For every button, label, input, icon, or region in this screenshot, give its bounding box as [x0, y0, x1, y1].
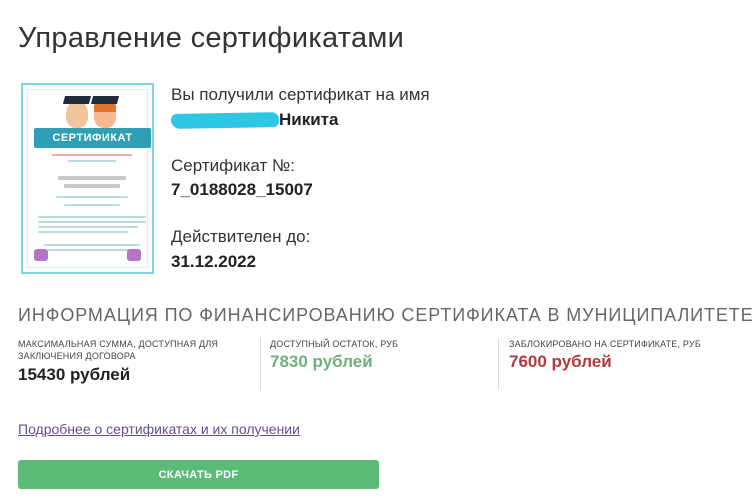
max-amount-label: МАКСИМАЛЬНАЯ СУММА, ДОСТУПНАЯ ДЛЯ ЗАКЛЮЧ…: [18, 339, 219, 361]
text-line: [44, 244, 140, 246]
text-line: [38, 226, 138, 228]
available-balance-value: 7830 рублей: [270, 352, 373, 371]
certificate-number-label: Сертификат №:: [171, 156, 295, 175]
valid-until-label: Действителен до:: [171, 227, 311, 246]
page-title: Управление сертификатами: [18, 22, 405, 54]
financing-section-title: ИНФОРМАЦИЯ ПО ФИНАНСИРОВАНИЮ СЕРТИФИКАТА…: [18, 305, 754, 325]
holder-name: Никита: [170, 110, 371, 132]
certificate-number-value: 7_0188028_15007: [171, 180, 313, 199]
text-line: [38, 216, 146, 218]
certificate-frame: СЕРТИФИКАТ: [27, 89, 151, 268]
received-label: Вы получили сертификат на имя: [171, 85, 430, 104]
certificate-ribbon: СЕРТИФИКАТ: [34, 128, 151, 148]
text-line: [68, 160, 116, 162]
blocked-amount-value: 7600 рублей: [509, 352, 612, 371]
redaction-mark: [170, 112, 280, 129]
max-amount-value: 15430 рублей: [18, 365, 131, 384]
logo-badge-icon: [127, 249, 141, 261]
text-line: [56, 196, 128, 198]
holder-name-text: Никита: [279, 110, 339, 129]
available-balance-label: ДОСТУПНЫЙ ОСТАТОК, РУБ: [270, 339, 399, 349]
text-line: [48, 249, 136, 251]
child-illustration: [66, 100, 88, 128]
download-pdf-button[interactable]: СКАЧАТЬ PDF: [18, 460, 379, 489]
graduation-cap-icon: [90, 96, 120, 104]
more-info-link[interactable]: Подробнее о сертификатах и их получении: [18, 421, 300, 437]
text-line: [64, 204, 120, 206]
valid-until-value: 31.12.2022: [171, 252, 257, 271]
graduation-cap-icon: [62, 96, 92, 104]
logo-badge-icon: [34, 249, 48, 261]
available-balance-block: ДОСТУПНЫЙ ОСТАТОК, РУБ 7830 рублей: [260, 338, 494, 390]
max-amount-block: МАКСИМАЛЬНАЯ СУММА, ДОСТУПНАЯ ДЛЯ ЗАКЛЮЧ…: [18, 338, 258, 390]
certificate-thumbnail-title: СЕРТИФИКАТ: [52, 132, 133, 144]
certificate-thumbnail[interactable]: СЕРТИФИКАТ: [21, 83, 154, 274]
text-line: [52, 154, 132, 156]
blocked-amount-block: ЗАБЛОКИРОВАНО НА СЕРТИФИКАТЕ, РУБ 7600 р…: [498, 338, 738, 390]
redacted-line: [58, 176, 126, 180]
blocked-amount-label: ЗАБЛОКИРОВАНО НА СЕРТИФИКАТЕ, РУБ: [509, 339, 701, 349]
text-line: [38, 231, 128, 233]
text-line: [38, 221, 146, 223]
redacted-line: [64, 184, 120, 188]
